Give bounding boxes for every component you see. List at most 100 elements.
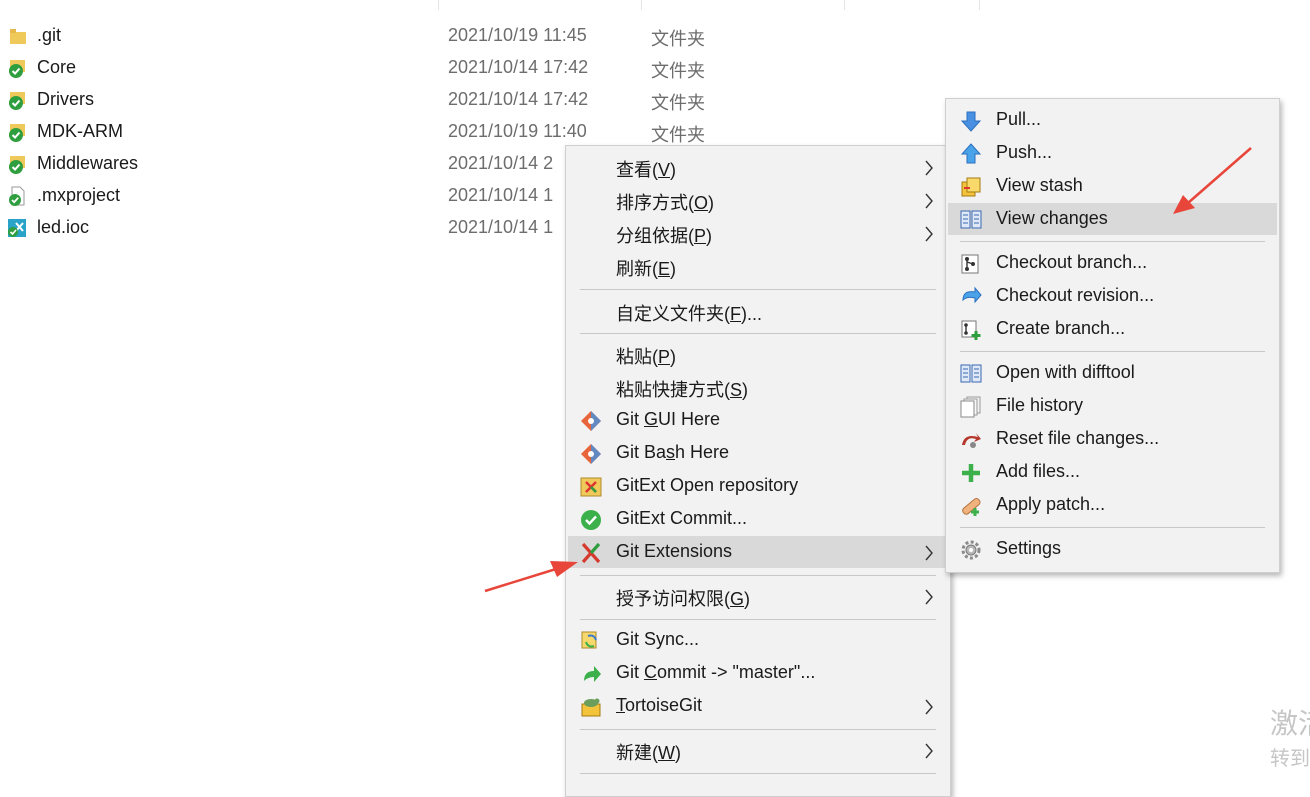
- menu-item-git-gui-here[interactable]: Git GUI Here: [568, 404, 948, 436]
- file-date: 2021/10/14 2: [448, 153, 554, 173]
- menu-item-label: GitExt Open repository: [616, 475, 799, 495]
- menu-item-grant-access[interactable]: 授予访问权限(G): [568, 580, 948, 612]
- menu-separator: [960, 527, 1265, 528]
- file-name: led.ioc: [37, 217, 90, 237]
- menu-item-label: Git Commit -> "master"...: [616, 662, 816, 682]
- changes-icon: [960, 210, 982, 229]
- file-type: 文件夹: [651, 93, 705, 113]
- settings-gear-icon: [961, 540, 981, 560]
- menu-item-label: 授予访问权限(G): [616, 589, 751, 609]
- git-folder-icon: [9, 60, 25, 78]
- chevron-right-icon: [925, 545, 933, 561]
- chevron-right-icon: [925, 160, 933, 176]
- chevron-right-icon: [925, 743, 933, 759]
- menu-item-view-stash[interactable]: View stash: [948, 170, 1277, 202]
- menu-item-label: Git Sync...: [616, 629, 700, 649]
- menu-item-label: Settings: [996, 538, 1062, 558]
- menu-item-label: View changes: [996, 208, 1108, 228]
- menu-item-checkout-revision[interactable]: Checkout revision...: [948, 280, 1277, 312]
- menu-item-label: Checkout branch...: [996, 252, 1148, 272]
- gitext-commit-icon: [581, 510, 601, 530]
- column-separator[interactable]: [438, 0, 439, 10]
- menu-item-git-bash-here[interactable]: Git Bash Here: [568, 437, 948, 469]
- column-separator[interactable]: [641, 0, 642, 10]
- file-row[interactable]: Core 2021/10/14 17:42 文件夹: [0, 52, 760, 84]
- file-date: 2021/10/19 11:40: [448, 121, 587, 141]
- file-row[interactable]: .git 2021/10/19 11:45 文件夹: [0, 20, 760, 52]
- create-branch-icon: [961, 320, 981, 340]
- pull-arrow-icon: [960, 111, 982, 132]
- menu-item-open-with-difftool[interactable]: Open with difftool: [948, 357, 1277, 389]
- menu-item-label: Reset file changes...: [996, 428, 1160, 448]
- menu-separator: [960, 351, 1265, 352]
- menu-item-file-history[interactable]: File history: [948, 390, 1277, 422]
- column-separator[interactable]: [979, 0, 980, 10]
- menu-item-settings[interactable]: Settings: [948, 533, 1277, 565]
- menu-item-git-sync[interactable]: Git Sync...: [568, 624, 948, 656]
- menu-item-sort-by[interactable]: 排序方式(O): [568, 184, 948, 216]
- menu-item-paste-shortcut[interactable]: 粘贴快捷方式(S): [568, 371, 948, 403]
- menu-item-pull[interactable]: Pull...: [948, 104, 1277, 136]
- menu-item-label: Checkout revision...: [996, 285, 1155, 305]
- watermark-line1: 激活: [1270, 708, 1310, 739]
- menu-item-tortoisegit[interactable]: TortoiseGit: [568, 690, 948, 722]
- file-row[interactable]: MDK-ARM 2021/10/19 11:40 文件夹: [0, 116, 760, 148]
- menu-item-git-extensions[interactable]: Git Extensions: [568, 536, 948, 568]
- menu-item-git-commit-master[interactable]: Git Commit -> "master"...: [568, 657, 948, 689]
- menu-item-label: Git Extensions: [616, 541, 733, 561]
- menu-item-create-branch[interactable]: Create branch...: [948, 313, 1277, 345]
- menu-item-apply-patch[interactable]: Apply patch...: [948, 489, 1277, 521]
- menu-item-label: 粘贴快捷方式(S): [616, 380, 749, 400]
- menu-separator: [960, 241, 1265, 242]
- menu-separator: [580, 333, 936, 334]
- checkout-revision-icon: [962, 286, 982, 304]
- menu-item-view-changes[interactable]: View changes: [948, 203, 1277, 235]
- menu-separator: [580, 619, 936, 620]
- menu-item-label: 查看(V): [616, 160, 677, 180]
- menu-item-label: 新建(W): [616, 743, 681, 763]
- git-folder-icon: [9, 124, 25, 142]
- patch-icon: [962, 498, 981, 516]
- file-type: 文件夹: [651, 29, 705, 49]
- menu-item-add-files[interactable]: Add files...: [948, 456, 1277, 488]
- gitext-repo-icon: [580, 477, 602, 497]
- column-separator[interactable]: [844, 0, 845, 10]
- menu-item-gitext-open-repository[interactable]: GitExt Open repository: [568, 470, 948, 502]
- folder-icon: [10, 29, 26, 44]
- file-name: Core: [37, 57, 77, 77]
- menu-item-refresh[interactable]: 刷新(E): [568, 250, 948, 282]
- git-commit-icon: [584, 666, 601, 682]
- chevron-right-icon: [925, 699, 933, 715]
- menu-separator: [580, 773, 936, 774]
- git-gui-icon: [581, 411, 601, 431]
- menu-item-label: Create branch...: [996, 318, 1126, 338]
- menu-item-label: 粘贴(P): [616, 347, 677, 367]
- menu-item-checkout-branch[interactable]: Checkout branch...: [948, 247, 1277, 279]
- menu-item-label: Open with difftool: [996, 362, 1135, 382]
- git-folder-icon: [9, 156, 25, 174]
- git-file-icon: [9, 186, 25, 206]
- menu-item-gitext-commit[interactable]: GitExt Commit...: [568, 503, 948, 535]
- file-date: 2021/10/14 17:42: [448, 89, 589, 109]
- menu-item-view[interactable]: 查看(V): [568, 151, 948, 183]
- menu-item-push[interactable]: Push...: [948, 137, 1277, 169]
- menu-item-reset-file-changes[interactable]: Reset file changes...: [948, 423, 1277, 455]
- menu-item-label: GitExt Commit...: [616, 508, 748, 528]
- file-type: 文件夹: [651, 61, 705, 81]
- file-type: 文件夹: [651, 125, 705, 145]
- menu-item-label: 排序方式(O): [616, 193, 715, 213]
- menu-item-label: Add files...: [996, 461, 1081, 481]
- menu-item-customize-folder[interactable]: 自定义文件夹(F)...: [568, 295, 948, 327]
- file-row[interactable]: Drivers 2021/10/14 17:42 文件夹: [0, 84, 760, 116]
- chevron-right-icon: [925, 589, 933, 605]
- menu-item-label: Git GUI Here: [616, 409, 721, 429]
- menu-item-paste[interactable]: 粘贴(P): [568, 338, 948, 370]
- menu-item-new[interactable]: 新建(W): [568, 734, 948, 766]
- menu-item-group-by[interactable]: 分组依据(P): [568, 217, 948, 249]
- menu-item-label: TortoiseGit: [616, 695, 703, 715]
- menu-item-label: View stash: [996, 175, 1083, 195]
- menu-separator: [580, 289, 936, 290]
- git-folder-icon: [9, 92, 25, 110]
- chevron-right-icon: [925, 226, 933, 242]
- file-date: 2021/10/19 11:45: [448, 25, 587, 45]
